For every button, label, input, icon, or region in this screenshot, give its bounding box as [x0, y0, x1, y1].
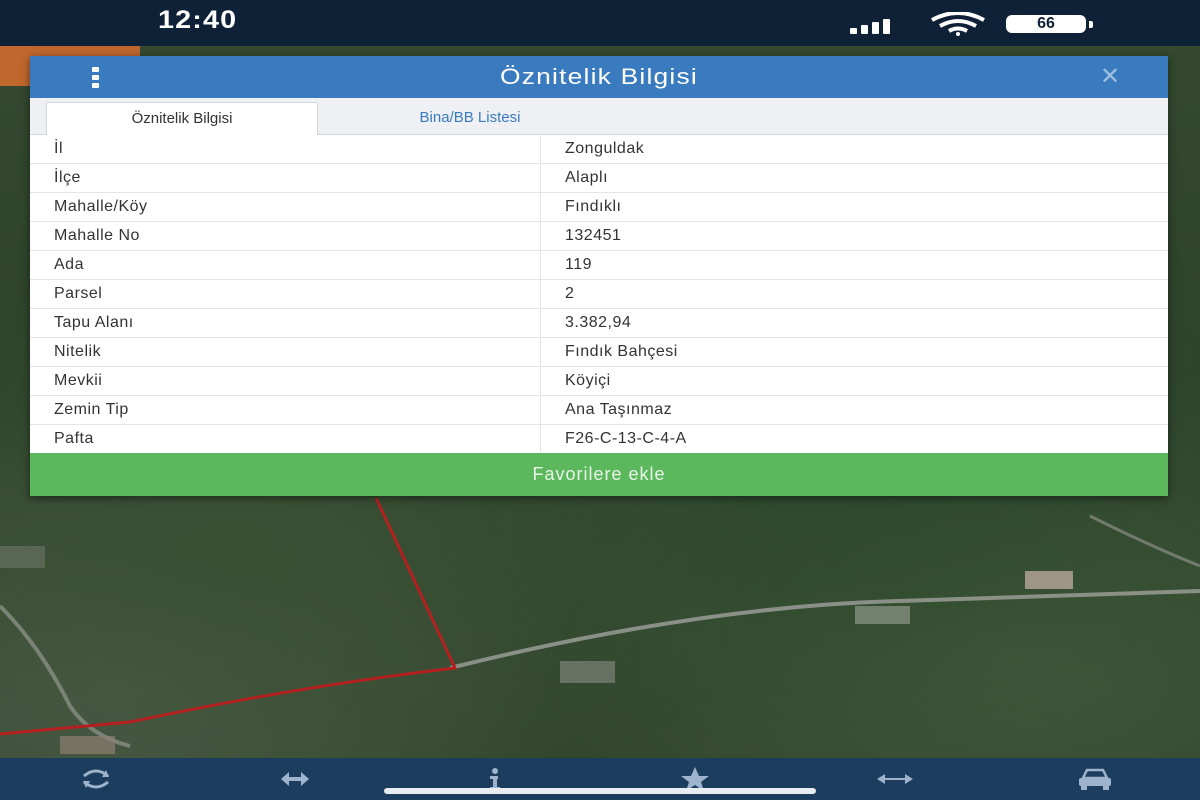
- table-row: Mahalle/Köy Fındıklı: [30, 192, 1168, 222]
- table-row: Zemin Tip Ana Taşınmaz: [30, 395, 1168, 425]
- modal-header: Öznitelik Bilgisi ✕: [30, 56, 1168, 98]
- table-row: Mevkii Köyiçi: [30, 366, 1168, 396]
- battery-tip: [1089, 21, 1093, 28]
- attribute-key: İlçe: [30, 163, 541, 193]
- move-icon[interactable]: [275, 766, 315, 792]
- measure-icon[interactable]: [875, 766, 915, 792]
- table-row: Mahalle No 132451: [30, 221, 1168, 251]
- tab-bar: Öznitelik Bilgisi Bina/BB Listesi: [30, 98, 1168, 135]
- table-row: İlçe Alaplı: [30, 163, 1168, 193]
- wifi-icon: [931, 12, 985, 36]
- attribute-value: Ana Taşınmaz: [540, 395, 1168, 425]
- table-row: Ada 119: [30, 250, 1168, 280]
- battery-icon: 66: [1006, 15, 1086, 33]
- status-time: 12:40: [158, 6, 238, 34]
- attribute-info-modal: Öznitelik Bilgisi ✕ Öznitelik Bilgisi Bi…: [30, 56, 1168, 496]
- attribute-value: 3.382,94: [540, 308, 1168, 338]
- attribute-key: İl: [30, 135, 541, 164]
- table-row: Tapu Alanı 3.382,94: [30, 308, 1168, 338]
- attribute-value: Fındık Bahçesi: [540, 337, 1168, 367]
- refresh-icon[interactable]: [76, 766, 116, 792]
- car-icon[interactable]: [1075, 766, 1115, 792]
- attribute-key: Tapu Alanı: [30, 308, 541, 338]
- add-to-favorites-button[interactable]: Favorilere ekle: [30, 453, 1168, 496]
- close-icon[interactable]: ✕: [1094, 64, 1126, 90]
- attribute-value: Zonguldak: [540, 135, 1168, 164]
- road-line: [449, 589, 1200, 670]
- road-line: [1089, 514, 1200, 568]
- attribute-value: F26-C-13-C-4-A: [540, 424, 1168, 454]
- building-marker: [0, 546, 45, 568]
- attribute-value: Fındıklı: [540, 192, 1168, 222]
- attribute-key: Mahalle No: [30, 221, 541, 251]
- modal-title: Öznitelik Bilgisi: [500, 64, 698, 89]
- attribute-value: 119: [540, 250, 1168, 280]
- tab-building-list[interactable]: Bina/BB Listesi: [330, 102, 610, 134]
- attribute-key: Mevkii: [30, 366, 541, 396]
- attribute-value: Köyiçi: [540, 366, 1168, 396]
- table-row: İl Zonguldak: [30, 135, 1168, 164]
- tab-attribute-info[interactable]: Öznitelik Bilgisi: [46, 102, 318, 135]
- building-marker: [60, 736, 115, 754]
- attribute-key: Pafta: [30, 424, 541, 454]
- attribute-table: İl Zonguldak İlçe Alaplı Mahalle/Köy Fındıklı…: [30, 135, 1168, 454]
- attribute-value: 2: [540, 279, 1168, 309]
- building-marker: [855, 606, 910, 624]
- attribute-key: Nitelik: [30, 337, 541, 367]
- attribute-key: Parsel: [30, 279, 541, 309]
- attribute-value: Alaplı: [540, 163, 1168, 193]
- signal-icon: [850, 16, 910, 34]
- attribute-key: Mahalle/Köy: [30, 192, 541, 222]
- table-row: Nitelik Fındık Bahçesi: [30, 337, 1168, 367]
- table-row: Parsel 2: [30, 279, 1168, 309]
- status-bar: 12:40 66: [0, 0, 1200, 46]
- home-indicator[interactable]: [384, 788, 816, 794]
- attribute-key: Ada: [30, 250, 541, 280]
- building-marker: [560, 661, 615, 683]
- table-row: Pafta F26-C-13-C-4-A: [30, 424, 1168, 454]
- building-marker: [1025, 571, 1073, 589]
- attribute-key: Zemin Tip: [30, 395, 541, 425]
- attribute-value: 132451: [540, 221, 1168, 251]
